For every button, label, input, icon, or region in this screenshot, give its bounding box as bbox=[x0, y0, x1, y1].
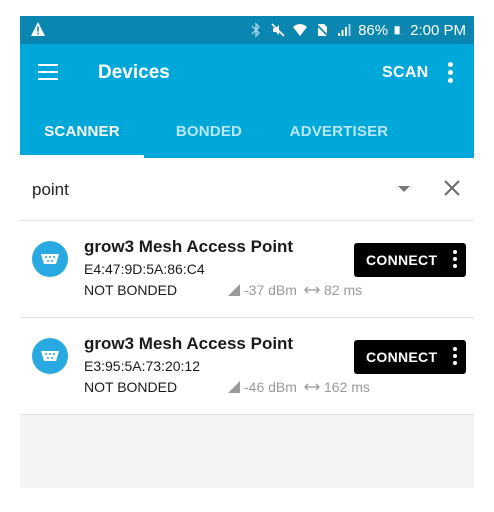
overflow-menu-icon[interactable] bbox=[446, 62, 454, 84]
rssi-value: -46 dBm bbox=[244, 379, 297, 395]
page-title: Devices bbox=[98, 62, 170, 83]
status-bar: 86% 2:00 PM bbox=[20, 16, 474, 44]
rssi: -37 dBm bbox=[228, 282, 297, 298]
chevron-down-icon[interactable] bbox=[398, 186, 410, 192]
connect-button[interactable]: CONNECT bbox=[354, 340, 466, 374]
device-name: grow3 Mesh Access Point bbox=[84, 237, 294, 256]
app-bar: Devices SCAN bbox=[20, 44, 474, 104]
device-name: grow3 Mesh Access Point bbox=[84, 334, 294, 353]
tab-advertiser[interactable]: ADVERTISER bbox=[274, 104, 404, 158]
filter-bar: point bbox=[20, 158, 474, 221]
filter-input[interactable]: point bbox=[32, 180, 69, 200]
mute-icon bbox=[271, 23, 285, 37]
signal-strength-icon bbox=[228, 381, 240, 393]
signal-icon bbox=[338, 24, 351, 36]
warning-icon bbox=[31, 22, 45, 36]
device-address: E3:95:5A:73:20:12 bbox=[84, 358, 200, 374]
more-options-icon[interactable] bbox=[452, 347, 458, 367]
connect-label: CONNECT bbox=[366, 349, 438, 365]
list-item[interactable]: grow3 Mesh Access Point E3:95:5A:73:20:1… bbox=[20, 318, 474, 415]
bond-state: NOT BONDED bbox=[84, 379, 178, 395]
list-item[interactable]: grow3 Mesh Access Point E4:47:9D:5A:86:C… bbox=[20, 221, 474, 318]
app-screen: 86% 2:00 PM Devices SCAN SCANNER BONDED … bbox=[20, 16, 474, 488]
interval-value: 162 ms bbox=[324, 379, 370, 395]
bluetooth-icon bbox=[251, 22, 261, 38]
hamburger-menu-icon[interactable] bbox=[38, 64, 58, 82]
device-address: E4:47:9D:5A:86:C4 bbox=[84, 261, 205, 277]
wifi-icon bbox=[293, 24, 308, 36]
interval-arrows-icon bbox=[304, 286, 320, 294]
clock: 2:00 PM bbox=[410, 21, 466, 39]
scan-button[interactable]: SCAN bbox=[382, 64, 429, 82]
tab-bar: SCANNER BONDED ADVERTISER bbox=[20, 104, 474, 158]
tab-bonded[interactable]: BONDED bbox=[144, 104, 274, 158]
close-icon[interactable] bbox=[442, 178, 462, 198]
rssi-value: -37 dBm bbox=[244, 282, 297, 298]
tab-scanner[interactable]: SCANNER bbox=[20, 104, 144, 158]
rssi: -46 dBm bbox=[228, 379, 297, 395]
no-sim-icon bbox=[315, 23, 329, 37]
connect-label: CONNECT bbox=[366, 252, 438, 268]
interval: 162 ms bbox=[304, 379, 370, 395]
battery-percent: 86% bbox=[358, 21, 389, 39]
serial-port-icon bbox=[32, 338, 68, 374]
more-options-icon[interactable] bbox=[452, 250, 458, 270]
battery-icon bbox=[394, 26, 400, 35]
interval: 82 ms bbox=[304, 282, 362, 298]
interval-arrows-icon bbox=[304, 383, 320, 391]
connect-button[interactable]: CONNECT bbox=[354, 243, 466, 277]
signal-strength-icon bbox=[228, 284, 240, 296]
interval-value: 82 ms bbox=[324, 282, 363, 298]
serial-port-icon bbox=[32, 241, 68, 277]
bond-state: NOT BONDED bbox=[84, 282, 178, 298]
